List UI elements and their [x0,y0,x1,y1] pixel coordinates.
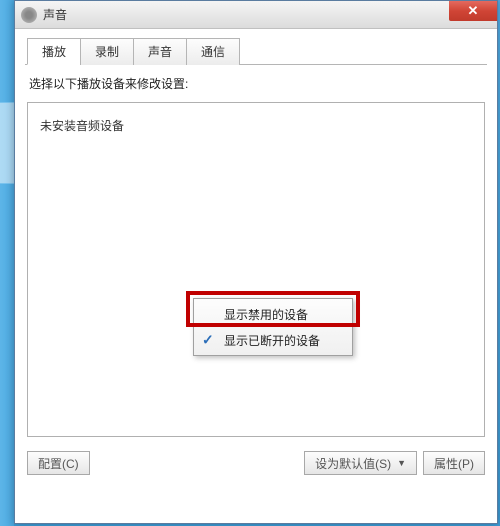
configure-button[interactable]: 配置(C) [27,451,90,475]
close-icon: ✕ [468,3,479,19]
instruction-text: 选择以下播放设备来修改设置: [29,75,483,92]
desktop-strip [0,0,14,526]
tab-label: 录制 [95,45,119,59]
tab-label: 通信 [201,45,225,59]
chevron-down-icon: ▼ [397,458,406,468]
titlebar: 声音 ✕ [15,1,497,29]
tab-bar: 播放 录制 声音 通信 [25,37,487,65]
properties-button[interactable]: 属性(P) [423,451,485,475]
menu-show-disabled[interactable]: 显示禁用的设备 [196,301,350,327]
tab-label: 播放 [42,45,66,59]
menu-show-disconnected[interactable]: ✓ 显示已断开的设备 [196,327,350,353]
dialog-content: 播放 录制 声音 通信 选择以下播放设备来修改设置: 未安装音频设备 显示禁用的… [15,29,497,485]
window-title: 声音 [43,6,67,23]
menu-item-label: 显示已断开的设备 [224,332,320,349]
set-default-button[interactable]: 设为默认值(S) ▼ [304,451,417,475]
tab-playback[interactable]: 播放 [27,38,81,65]
close-button[interactable]: ✕ [449,1,497,21]
button-group-right: 设为默认值(S) ▼ 属性(P) [304,451,485,475]
menu-item-label: 显示禁用的设备 [224,306,308,323]
context-menu: 显示禁用的设备 ✓ 显示已断开的设备 [193,298,353,356]
tab-communications[interactable]: 通信 [186,38,240,65]
tab-recording[interactable]: 录制 [80,38,134,65]
sound-dialog: 声音 ✕ 播放 录制 声音 通信 选择以下播放设备来修改设置: 未安装音频设备 … [14,0,498,524]
no-device-message: 未安装音频设备 [28,103,484,148]
app-icon [21,7,37,23]
button-label: 配置(C) [38,455,79,472]
tab-sounds[interactable]: 声音 [133,38,187,65]
check-icon: ✓ [202,332,214,349]
button-bar: 配置(C) 设为默认值(S) ▼ 属性(P) [25,451,487,475]
device-list[interactable]: 未安装音频设备 显示禁用的设备 ✓ 显示已断开的设备 [27,102,485,437]
button-label: 属性(P) [434,455,474,472]
tab-label: 声音 [148,45,172,59]
button-label: 设为默认值(S) [315,455,391,472]
